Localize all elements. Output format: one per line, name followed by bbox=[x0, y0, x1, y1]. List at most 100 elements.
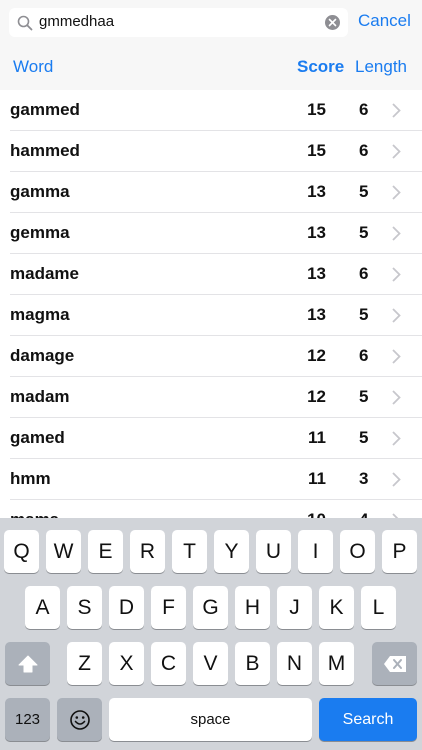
emoji-icon bbox=[69, 710, 90, 731]
chevron-right-icon bbox=[392, 226, 401, 241]
key-c[interactable]: C bbox=[151, 642, 186, 685]
score-cell: 13 bbox=[307, 305, 326, 324]
column-header: Word Score Length bbox=[0, 44, 422, 90]
score-cell: 11 bbox=[308, 428, 326, 447]
length-cell: 4 bbox=[359, 510, 368, 518]
table-row[interactable]: damage 12 6 bbox=[0, 336, 422, 377]
key-m[interactable]: M bbox=[319, 642, 354, 685]
score-cell: 11 bbox=[308, 469, 326, 488]
score-cell: 12 bbox=[307, 346, 326, 365]
table-row[interactable]: hmm 11 3 bbox=[0, 459, 422, 500]
table-row[interactable]: gammed 15 6 bbox=[0, 90, 422, 131]
score-cell: 12 bbox=[307, 387, 326, 406]
key-v[interactable]: V bbox=[193, 642, 228, 685]
word-cell: magma bbox=[10, 305, 70, 324]
word-cell: damage bbox=[10, 346, 75, 365]
chevron-right-icon bbox=[392, 144, 401, 159]
search-icon bbox=[17, 15, 33, 31]
emoji-key[interactable] bbox=[57, 698, 102, 741]
table-row[interactable]: madam 12 5 bbox=[0, 377, 422, 418]
shift-key[interactable] bbox=[5, 642, 50, 685]
length-cell: 6 bbox=[359, 141, 369, 160]
key-s[interactable]: S bbox=[67, 586, 102, 629]
table-row[interactable]: magma 13 5 bbox=[0, 295, 422, 336]
sort-by-length[interactable]: Length bbox=[355, 57, 407, 77]
backspace-icon bbox=[383, 656, 406, 673]
chevron-right-icon bbox=[392, 267, 401, 282]
word-cell: gemma bbox=[10, 223, 70, 242]
chevron-right-icon bbox=[392, 431, 401, 446]
word-cell: gamed bbox=[10, 428, 65, 447]
key-z[interactable]: Z bbox=[67, 642, 102, 685]
key-t[interactable]: T bbox=[172, 530, 207, 573]
length-cell: 6 bbox=[359, 264, 369, 283]
word-cell: gammed bbox=[10, 100, 80, 119]
chevron-right-icon bbox=[392, 308, 401, 323]
shift-arrow-icon bbox=[18, 655, 37, 673]
table-row[interactable]: gemma 13 5 bbox=[0, 213, 422, 254]
key-n[interactable]: N bbox=[277, 642, 312, 685]
key-f[interactable]: F bbox=[151, 586, 186, 629]
length-cell: 5 bbox=[359, 305, 369, 324]
keyboard: Q W E R T Y U I O P A S D F G H J K L Z … bbox=[0, 518, 422, 750]
clear-icon[interactable] bbox=[325, 15, 340, 30]
table-row[interactable]: madame 13 6 bbox=[0, 254, 422, 295]
numbers-key[interactable]: 123 bbox=[5, 698, 50, 741]
chevron-right-icon bbox=[392, 390, 401, 405]
word-cell: hmm bbox=[10, 469, 51, 488]
key-y[interactable]: Y bbox=[214, 530, 249, 573]
key-p[interactable]: P bbox=[382, 530, 417, 573]
key-o[interactable]: O bbox=[340, 530, 375, 573]
cancel-button[interactable]: Cancel bbox=[358, 11, 411, 31]
chevron-right-icon bbox=[392, 185, 401, 200]
word-cell: madame bbox=[10, 264, 79, 283]
word-cell: gamma bbox=[10, 182, 70, 201]
key-x[interactable]: X bbox=[109, 642, 144, 685]
sort-by-score[interactable]: Score bbox=[297, 57, 344, 77]
word-cell: madam bbox=[10, 387, 70, 406]
word-cell: mama bbox=[10, 510, 59, 518]
chevron-right-icon bbox=[392, 103, 401, 118]
word-cell: hammed bbox=[10, 141, 80, 160]
key-d[interactable]: D bbox=[109, 586, 144, 629]
search-key[interactable]: Search bbox=[319, 698, 417, 741]
sort-by-word[interactable]: Word bbox=[13, 57, 53, 77]
key-w[interactable]: W bbox=[46, 530, 81, 573]
length-cell: 5 bbox=[359, 428, 369, 447]
search-input[interactable]: gmmedhaa bbox=[39, 13, 114, 30]
table-row[interactable]: gamma 13 5 bbox=[0, 172, 422, 213]
length-cell: 5 bbox=[359, 387, 369, 406]
score-cell: 13 bbox=[307, 223, 326, 242]
length-cell: 6 bbox=[359, 100, 369, 119]
key-j[interactable]: J bbox=[277, 586, 312, 629]
length-cell: 5 bbox=[359, 182, 369, 201]
key-e[interactable]: E bbox=[88, 530, 123, 573]
key-r[interactable]: R bbox=[130, 530, 165, 573]
key-l[interactable]: L bbox=[361, 586, 396, 629]
score-cell: 13 bbox=[307, 182, 326, 201]
score-cell: 10 bbox=[307, 510, 326, 518]
table-row[interactable]: mama 10 4 bbox=[0, 500, 422, 518]
key-i[interactable]: I bbox=[298, 530, 333, 573]
chevron-right-icon bbox=[392, 472, 401, 487]
key-b[interactable]: B bbox=[235, 642, 270, 685]
key-g[interactable]: G bbox=[193, 586, 228, 629]
delete-key[interactable] bbox=[372, 642, 417, 685]
search-field[interactable]: gmmedhaa bbox=[9, 8, 348, 37]
length-cell: 5 bbox=[359, 223, 369, 242]
key-h[interactable]: H bbox=[235, 586, 270, 629]
key-u[interactable]: U bbox=[256, 530, 291, 573]
score-cell: 13 bbox=[307, 264, 326, 283]
length-cell: 3 bbox=[359, 469, 369, 488]
score-cell: 15 bbox=[307, 100, 326, 119]
results-list: gammed 15 6 hammed 15 6 gamma 13 5 gemma 13 5 ma… bbox=[0, 90, 422, 518]
key-q[interactable]: Q bbox=[4, 530, 39, 573]
key-k[interactable]: K bbox=[319, 586, 354, 629]
table-row[interactable]: gamed 11 5 bbox=[0, 418, 422, 459]
key-a[interactable]: A bbox=[25, 586, 60, 629]
space-key[interactable]: space bbox=[109, 698, 312, 741]
score-cell: 15 bbox=[307, 141, 326, 160]
length-cell: 6 bbox=[359, 346, 369, 365]
table-row[interactable]: hammed 15 6 bbox=[0, 131, 422, 172]
chevron-right-icon bbox=[392, 349, 401, 364]
